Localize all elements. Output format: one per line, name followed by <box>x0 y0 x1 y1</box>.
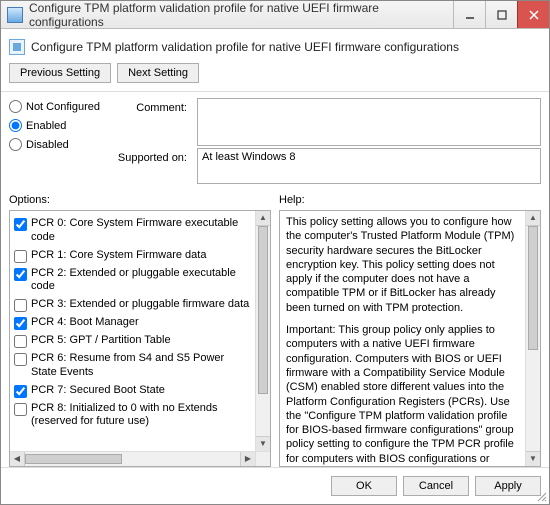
option-row[interactable]: PCR 7: Secured Boot State <box>12 382 253 400</box>
page-title: Configure TPM platform validation profil… <box>31 40 459 54</box>
option-label: PCR 8: Initialized to 0 with no Extends … <box>31 402 251 430</box>
option-row[interactable]: PCR 3: Extended or pluggable firmware da… <box>12 296 253 314</box>
resize-grip-icon[interactable] <box>535 490 547 502</box>
dialog-footer: OK Cancel Apply <box>1 467 549 504</box>
window-controls <box>453 1 549 28</box>
option-row[interactable]: PCR 0: Core System Firmware executable c… <box>12 215 253 247</box>
apply-button[interactable]: Apply <box>475 476 541 496</box>
radio-enabled-label: Enabled <box>26 120 66 132</box>
scroll-up-icon[interactable]: ▲ <box>526 211 540 226</box>
radio-disabled-label: Disabled <box>26 139 69 151</box>
option-checkbox[interactable] <box>14 403 27 416</box>
option-checkbox[interactable] <box>14 268 27 281</box>
scroll-down-icon[interactable]: ▼ <box>256 436 270 451</box>
state-radio-group: Not Configured Enabled Disabled <box>9 98 109 151</box>
option-label: PCR 1: Core System Firmware data <box>31 249 206 263</box>
comment-label: Comment: <box>113 98 193 114</box>
help-textbox[interactable]: This policy setting allows you to config… <box>279 210 541 467</box>
comment-textarea[interactable] <box>197 98 541 146</box>
options-horizontal-scrollbar[interactable]: ◀ ▶ <box>10 451 255 466</box>
scroll-up-icon[interactable]: ▲ <box>256 211 270 226</box>
radio-enabled-input[interactable] <box>9 119 22 132</box>
option-label: PCR 6: Resume from S4 and S5 Power State… <box>31 352 251 380</box>
option-row[interactable]: PCR 2: Extended or pluggable executable … <box>12 265 253 297</box>
hscroll-thumb[interactable] <box>25 454 122 464</box>
option-label: PCR 5: GPT / Partition Table <box>31 334 171 348</box>
option-checkbox[interactable] <box>14 317 27 330</box>
minimize-button[interactable] <box>453 1 485 28</box>
supported-on-label: Supported on: <box>113 148 193 164</box>
option-label: PCR 3: Extended or pluggable firmware da… <box>31 298 249 312</box>
scroll-thumb[interactable] <box>258 226 268 394</box>
radio-disabled-input[interactable] <box>9 138 22 151</box>
scroll-right-icon[interactable]: ▶ <box>240 452 255 466</box>
option-checkbox[interactable] <box>14 335 27 348</box>
option-label: PCR 0: Core System Firmware executable c… <box>31 217 251 245</box>
page-heading: Configure TPM platform validation profil… <box>9 35 541 61</box>
options-listbox[interactable]: PCR 0: Core System Firmware executable c… <box>9 210 271 467</box>
cancel-button[interactable]: Cancel <box>403 476 469 496</box>
maximize-button[interactable] <box>485 1 517 28</box>
setting-nav: Previous Setting Next Setting <box>9 61 541 89</box>
scroll-thumb[interactable] <box>528 226 538 350</box>
option-row[interactable]: PCR 4: Boot Manager <box>12 314 253 332</box>
divider <box>1 91 549 92</box>
option-checkbox[interactable] <box>14 353 27 366</box>
supported-on-value <box>197 148 541 184</box>
option-checkbox[interactable] <box>14 218 27 231</box>
option-checkbox[interactable] <box>14 385 27 398</box>
close-button[interactable] <box>517 1 549 28</box>
option-row[interactable]: PCR 6: Resume from S4 and S5 Power State… <box>12 350 253 382</box>
next-setting-button[interactable]: Next Setting <box>117 63 199 83</box>
help-text: This policy setting allows you to config… <box>280 211 525 466</box>
option-row[interactable]: PCR 8: Initialized to 0 with no Extends … <box>12 400 253 432</box>
previous-setting-button[interactable]: Previous Setting <box>9 63 111 83</box>
option-checkbox[interactable] <box>14 299 27 312</box>
option-label: PCR 2: Extended or pluggable executable … <box>31 267 251 295</box>
scroll-left-icon[interactable]: ◀ <box>10 452 25 466</box>
ok-button[interactable]: OK <box>331 476 397 496</box>
option-label: PCR 4: Boot Manager <box>31 316 139 330</box>
window-title: Configure TPM platform validation profil… <box>29 1 453 29</box>
options-label: Options: <box>9 194 271 206</box>
radio-enabled[interactable]: Enabled <box>9 119 109 132</box>
titlebar: Configure TPM platform validation profil… <box>1 1 549 29</box>
scroll-down-icon[interactable]: ▼ <box>526 451 540 466</box>
radio-not-configured-label: Not Configured <box>26 101 100 113</box>
option-row[interactable]: PCR 1: Core System Firmware data <box>12 247 253 265</box>
help-vertical-scrollbar[interactable]: ▲ ▼ <box>525 211 540 466</box>
radio-not-configured-input[interactable] <box>9 100 22 113</box>
options-vertical-scrollbar[interactable]: ▲ ▼ <box>255 211 270 451</box>
option-checkbox[interactable] <box>14 250 27 263</box>
window-icon <box>7 7 23 23</box>
radio-disabled[interactable]: Disabled <box>9 138 109 151</box>
help-label: Help: <box>279 194 541 206</box>
radio-not-configured[interactable]: Not Configured <box>9 100 109 113</box>
scroll-corner <box>255 451 270 466</box>
option-row[interactable]: PCR 5: GPT / Partition Table <box>12 332 253 350</box>
policy-icon <box>9 39 25 55</box>
option-label: PCR 7: Secured Boot State <box>31 384 165 398</box>
